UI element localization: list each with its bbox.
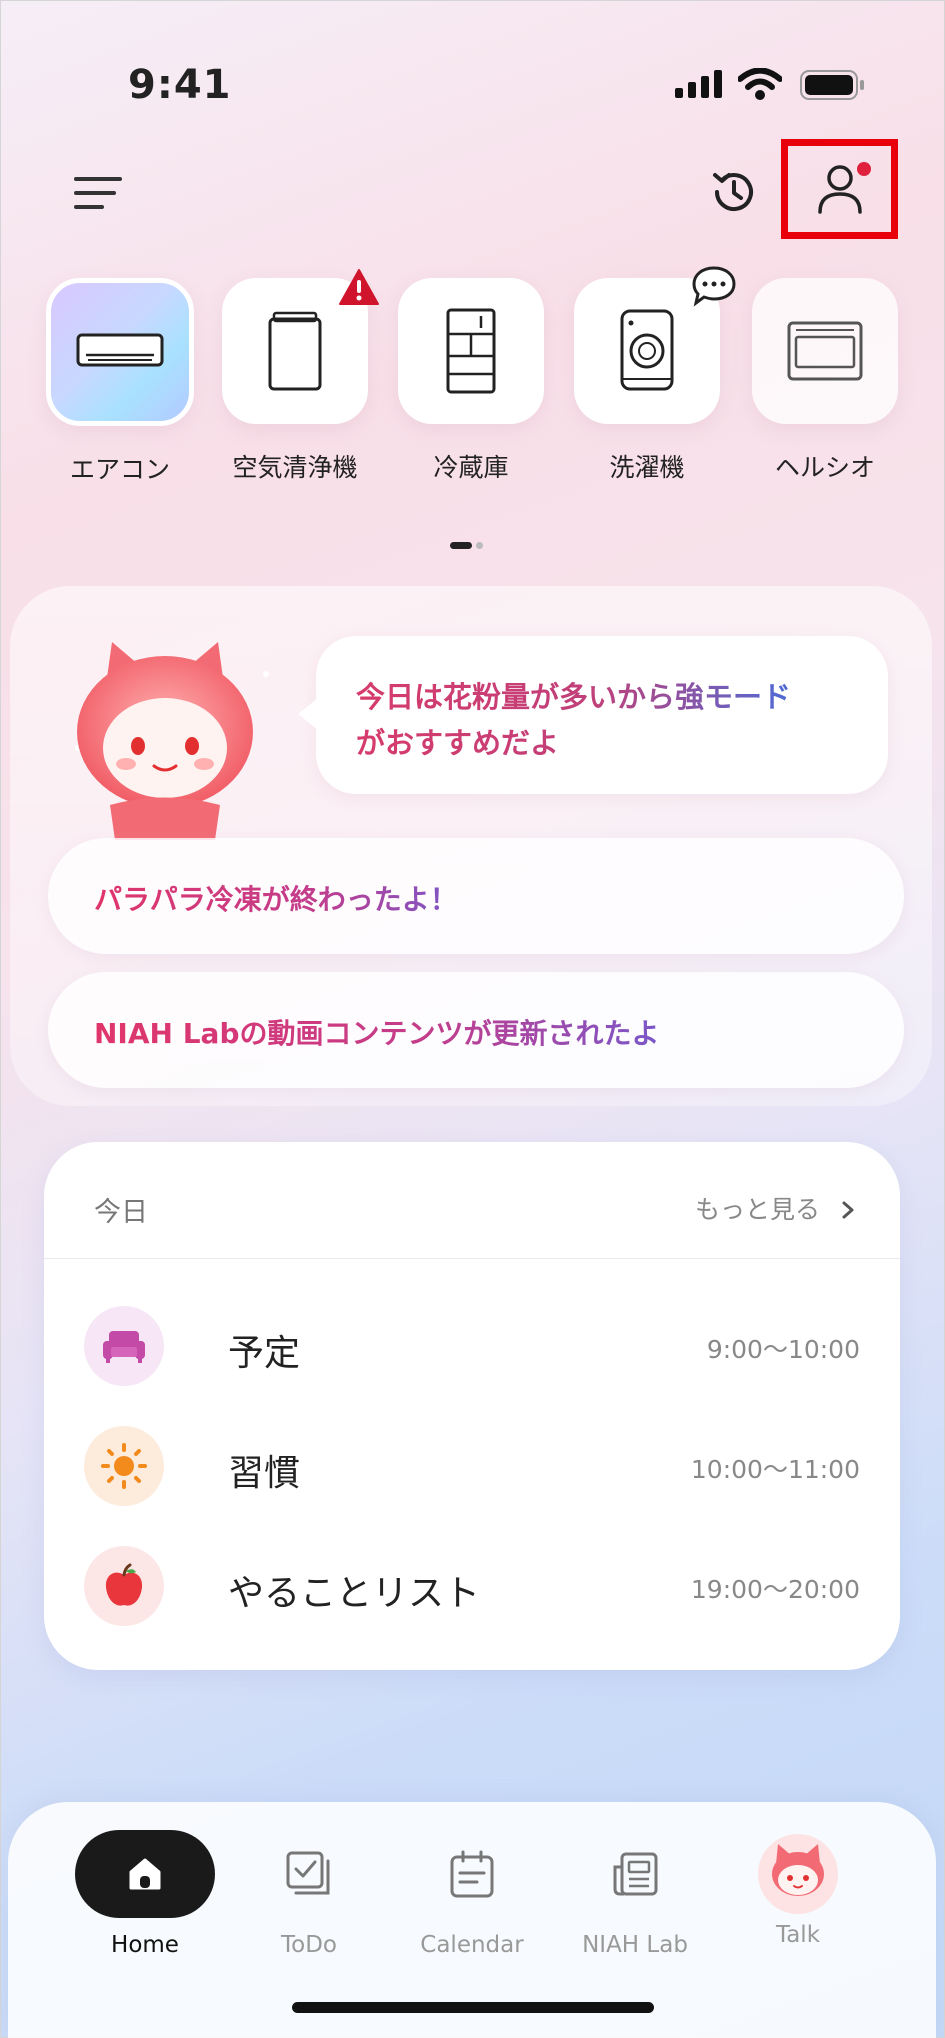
assistant-message-line: がおすすめだよ: [356, 726, 560, 760]
device-label: エアコン: [69, 455, 170, 484]
todo-icon: [286, 1851, 330, 1895]
sofa-icon: [103, 1331, 145, 1363]
microwave-oven-icon: [787, 321, 863, 381]
divider: [44, 1258, 900, 1259]
device-refrigerator[interactable]: 冷蔵庫: [396, 278, 546, 484]
newspaper-icon: [613, 1852, 658, 1896]
nav-tab-calendar[interactable]: Calendar: [397, 1828, 547, 1958]
profile-button[interactable]: [788, 146, 891, 232]
nav-label: NIAH Lab: [582, 1932, 688, 1958]
device-tile[interactable]: [574, 266, 736, 424]
status-bar: 9:41: [0, 58, 945, 118]
today-title: 今日: [94, 1197, 148, 1228]
nav-tab-talk[interactable]: Talk: [723, 1828, 873, 1948]
air-purifier-icon: [268, 311, 322, 391]
device-air-purifier[interactable]: 空気清浄機: [220, 269, 379, 484]
nav-icon-wrap: [723, 1828, 873, 1920]
today-item-icon-bg: [84, 1546, 164, 1626]
nav-active-pill: [75, 1830, 215, 1918]
page-indicator: [450, 535, 483, 554]
today-card: 今日 もっと見る 予定 9:00～10:00 習慣 10:00～11:00 やる…: [44, 1142, 900, 1670]
nav-icon-wrap: [397, 1828, 547, 1920]
nav-icon-wrap: [70, 1828, 220, 1920]
today-item-habit[interactable]: 習慣 10:00～11:00: [84, 1424, 860, 1508]
today-item-time: 10:00～11:00: [690, 1455, 860, 1484]
today-item-icon-bg: [84, 1426, 164, 1506]
assistant-message: 今日は花粉量が多いから強モード がおすすめだよ: [356, 674, 791, 766]
see-more-link[interactable]: もっと見る: [695, 1190, 856, 1226]
device-label: 洗濯機: [609, 453, 685, 482]
nav-tab-niah-lab[interactable]: NIAH Lab: [560, 1828, 710, 1958]
today-item-time: 9:00～10:00: [706, 1335, 860, 1364]
nav-tab-home[interactable]: Home: [70, 1828, 220, 1958]
notification-dot: [857, 162, 871, 176]
device-tile[interactable]: [398, 278, 544, 424]
device-tile[interactable]: [46, 278, 194, 426]
today-item-name: やることリスト: [228, 1573, 481, 1614]
device-label: 冷蔵庫: [433, 453, 509, 482]
chevron-right-icon: [842, 1201, 854, 1219]
today-item-schedule[interactable]: 予定 9:00～10:00: [84, 1304, 860, 1388]
calendar-icon: [450, 1850, 494, 1898]
air-conditioner-icon: [76, 333, 164, 367]
today-item-icon-bg: [84, 1306, 164, 1386]
refrigerator-icon: [446, 308, 496, 394]
notice-text: パラパラ冷凍が終わったよ！: [94, 878, 458, 918]
device-label: 空気清浄機: [232, 453, 358, 482]
nav-label: Talk: [775, 1922, 821, 1948]
mascot-avatar-icon: [758, 1834, 838, 1914]
see-more-label: もっと見る: [695, 1195, 821, 1224]
profile-highlight-box: [781, 139, 898, 239]
notice-item[interactable]: NIAH Labの動画コンテンツが更新されたよ: [48, 972, 904, 1088]
cellular-signal-icon: [675, 70, 722, 98]
device-healsio[interactable]: ヘルシオ: [750, 278, 900, 484]
today-item-todo-list[interactable]: やることリスト 19:00～20:00: [84, 1544, 860, 1628]
home-indicator: [292, 2002, 654, 2013]
today-item-name: 習慣: [228, 1453, 301, 1494]
today-item-name: 予定: [228, 1333, 301, 1374]
washing-machine-icon: [620, 309, 674, 391]
sun-icon: [101, 1443, 147, 1489]
chat-bubble-icon: [692, 266, 736, 307]
device-tile[interactable]: [222, 269, 379, 424]
nav-icon-wrap: [234, 1828, 384, 1920]
nav-label: Home: [111, 1932, 179, 1958]
page-dot: [476, 542, 483, 549]
nav-label: Calendar: [420, 1932, 524, 1958]
notice-text: NIAH Labの動画コンテンツが更新されたよ: [94, 1012, 659, 1052]
mascot-character-icon: [75, 642, 269, 840]
battery-icon: [800, 70, 864, 100]
apple-icon: [105, 1563, 143, 1606]
page-dot-active: [450, 542, 472, 549]
assistant-speech-bubble[interactable]: 今日は花粉量が多いから強モード がおすすめだよ: [298, 636, 888, 794]
history-button[interactable]: [704, 162, 764, 222]
status-time: 9:41: [128, 62, 232, 108]
device-washing-machine[interactable]: 洗濯機: [572, 266, 736, 484]
user-icon: [817, 165, 862, 214]
history-icon: [713, 173, 753, 212]
device-carousel: エアコン 空気清浄機 冷蔵庫 洗濯機 ヘルシオ: [0, 266, 945, 508]
notice-item[interactable]: パラパラ冷凍が終わったよ！: [48, 838, 904, 954]
today-item-time: 19:00～20:00: [690, 1575, 860, 1604]
device-label: ヘルシオ: [774, 453, 875, 482]
nav-tab-todo[interactable]: ToDo: [234, 1828, 384, 1958]
wifi-icon: [738, 68, 782, 100]
warning-icon: [339, 269, 379, 305]
menu-button[interactable]: [68, 168, 128, 218]
nav-icon-wrap: [560, 1828, 710, 1920]
device-air-conditioner[interactable]: エアコン: [45, 278, 195, 486]
device-tile[interactable]: [752, 278, 898, 424]
nav-label: ToDo: [281, 1932, 337, 1958]
hamburger-menu-icon: [74, 177, 122, 209]
home-icon: [129, 1858, 161, 1890]
assistant-message-line: 今日は花粉量が多いから強モード: [356, 680, 792, 714]
